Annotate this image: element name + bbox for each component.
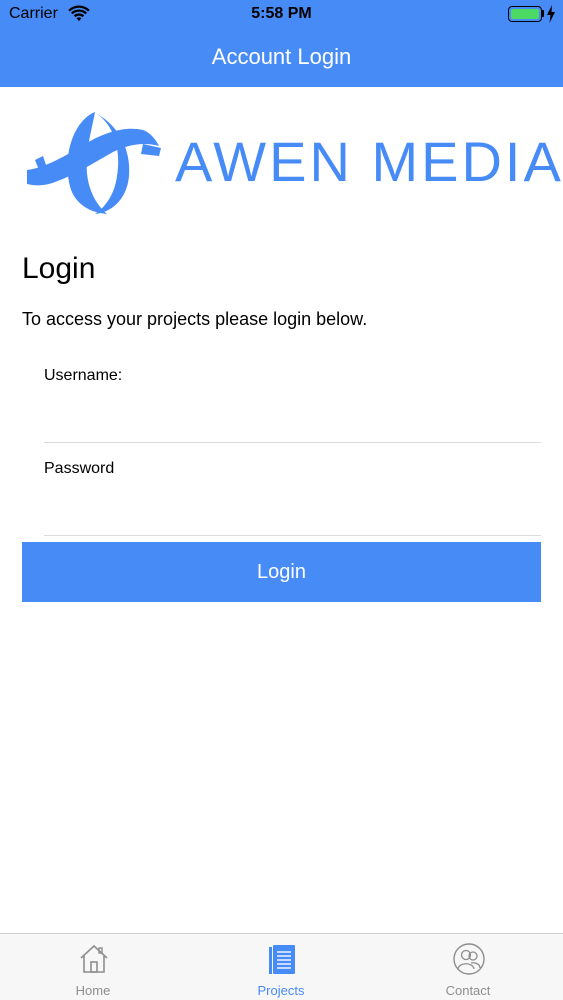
tab-home[interactable]: Home [43,934,143,1000]
login-button[interactable]: Login [22,542,541,602]
login-heading: Login [22,252,96,285]
username-label: Username: [44,367,123,384]
charging-bolt-icon [547,5,555,23]
battery-cap [542,10,544,17]
password-input[interactable] [44,500,541,536]
tab-contact[interactable]: Contact [418,934,518,1000]
status-bar: Carrier 5:58 PM [0,0,563,30]
navigation-header: Carrier 5:58 PM Account Login [0,0,563,87]
house-icon [80,944,108,973]
company-logo: AWEN MEDIA [25,112,561,216]
tab-home-label: Home [75,983,111,998]
tab-projects[interactable]: Projects [231,934,331,1000]
battery-level [511,9,539,19]
tab-contact-label: Contact [445,983,491,998]
logo-text: AWEN MEDIA [175,130,563,193]
login-description: To access your projects please login bel… [22,309,368,329]
battery-icon [508,6,542,22]
contacts-icon [453,943,485,975]
awen-media-logo-mark-icon [27,112,161,214]
clock-time: 5:58 PM [251,5,312,22]
username-input[interactable] [44,407,541,443]
password-label: Password [44,460,115,477]
tab-projects-label: Projects [257,983,305,998]
tab-bar: Home Projects Contact [0,933,563,1000]
page-title: Account Login [211,44,352,69]
document-icon [269,945,295,974]
